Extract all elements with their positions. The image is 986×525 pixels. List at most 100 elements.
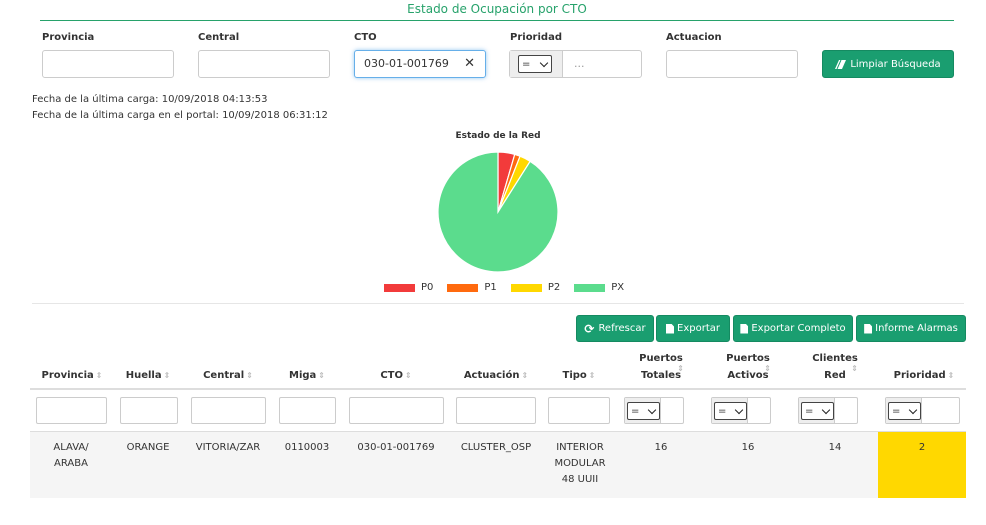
actuacion-label: Actuacion xyxy=(666,32,722,43)
export-full-label: Exportar Completo xyxy=(751,323,846,334)
section-divider xyxy=(32,303,964,304)
sort-icon: ⇕ xyxy=(947,371,955,380)
prioridad-value-input[interactable]: ... xyxy=(574,51,585,77)
legend-label-p0: P0 xyxy=(421,282,434,293)
column-header-prioridad[interactable]: Prioridad ⇕ xyxy=(882,367,966,384)
eraser-icon xyxy=(835,59,847,69)
cto-input-value: 030-01-001769 xyxy=(364,57,449,70)
column-header-central[interactable]: Central ⇕ xyxy=(189,367,267,384)
column-header-actuacion[interactable]: Actuación ⇕ xyxy=(454,367,538,384)
cto-input[interactable]: 030-01-001769 ✕ xyxy=(354,50,486,78)
file-icon xyxy=(740,323,749,334)
filter-central-input[interactable] xyxy=(191,397,266,424)
legend-swatch-p0 xyxy=(384,283,415,292)
table-header-rule xyxy=(30,388,966,390)
file-icon xyxy=(864,323,873,334)
sort-icon: ⇕ xyxy=(588,371,596,380)
clear-search-label: Limpiar Búsqueda xyxy=(850,58,941,70)
file-icon xyxy=(666,323,674,334)
chevron-down-icon xyxy=(821,405,831,414)
chevron-down-icon xyxy=(539,58,549,67)
cell-central: VITORIA/ZAR xyxy=(195,442,261,453)
export-label: Exportar xyxy=(677,323,720,334)
actuacion-input[interactable] xyxy=(666,50,798,78)
column-header-tipo[interactable]: Tipo ⇕ xyxy=(546,367,612,384)
sort-icon: ⇕ xyxy=(677,364,684,373)
chevron-down-icon xyxy=(647,405,657,414)
filter-operator-select[interactable]: = xyxy=(714,402,747,420)
page-title: Estado de Ocupación por CTO xyxy=(407,2,587,16)
cell-miga: 0110003 xyxy=(284,442,330,453)
chevron-down-icon xyxy=(734,405,744,414)
column-header-miga[interactable]: Miga ⇕ xyxy=(277,367,337,384)
column-header-puertos-activos[interactable]: Puertos Activos ⇕ xyxy=(709,350,787,384)
sort-icon: ⇕ xyxy=(404,371,412,380)
cell-prioridad: 2 xyxy=(918,442,926,453)
refresh-button[interactable]: ⟳ Refrescar xyxy=(576,315,654,342)
sort-icon: ⇕ xyxy=(318,371,325,380)
sort-icon: ⇕ xyxy=(246,371,253,380)
legend-swatch-px xyxy=(574,283,606,292)
filter-provincia-input[interactable] xyxy=(36,397,107,424)
cell-puertos-totales: 16 xyxy=(654,442,668,453)
cell-clientes-red: 14 xyxy=(828,442,842,453)
prioridad-filter: = ... xyxy=(509,50,642,78)
central-input[interactable] xyxy=(198,50,330,78)
legend-label-p2: P2 xyxy=(547,282,561,293)
sort-icon: ⇕ xyxy=(163,371,171,380)
filter-actuacion-input[interactable] xyxy=(456,397,536,424)
clear-search-button[interactable]: Limpiar Búsqueda xyxy=(822,50,954,78)
refresh-label: Refrescar xyxy=(598,323,646,334)
filter-operator-select[interactable]: = xyxy=(801,402,834,420)
prioridad-label: Prioridad xyxy=(510,32,562,43)
provincia-label: Provincia xyxy=(42,32,95,43)
export-full-button[interactable]: Exportar Completo xyxy=(733,315,853,342)
prioridad-operator-select[interactable]: = xyxy=(518,55,552,73)
pie-slice-px[interactable] xyxy=(437,151,559,273)
chevron-down-icon xyxy=(908,405,918,414)
central-label: Central xyxy=(198,32,240,43)
filter-operator-select[interactable]: = xyxy=(627,402,660,420)
last-load-text: Fecha de la última carga: 10/09/2018 04:… xyxy=(32,94,268,105)
legend-swatch-p2 xyxy=(510,283,542,292)
filter-operator-select[interactable]: = xyxy=(888,402,921,420)
filter-puertos-activos: = xyxy=(711,397,771,424)
refresh-icon: ⟳ xyxy=(584,321,595,336)
column-header-clientes-red[interactable]: Clientes Red ⇕ xyxy=(796,350,874,384)
legend-label-p1: P1 xyxy=(484,282,497,293)
chart-title: Estado de la Red xyxy=(455,131,541,141)
network-status-pie-chart xyxy=(437,151,559,273)
column-header-provincia[interactable]: Provincia ⇕ xyxy=(36,367,108,384)
alarms-report-label: Informe Alarmas xyxy=(875,323,958,334)
cell-tipo: INTERIOR MODULAR 48 UUII xyxy=(554,442,606,485)
title-divider xyxy=(40,20,954,21)
last-portal-load-text: Fecha de la última carga en el portal: 1… xyxy=(32,110,328,121)
cell-huella: ORANGE xyxy=(126,442,170,453)
cell-cto: 030-01-001769 xyxy=(357,442,435,453)
alarms-report-button[interactable]: Informe Alarmas xyxy=(856,315,966,342)
sort-icon: ⇕ xyxy=(95,371,103,380)
filter-huella-input[interactable] xyxy=(120,397,178,424)
cto-label: CTO xyxy=(354,32,377,43)
filter-clientes-red: = xyxy=(798,397,858,424)
cell-puertos-activos: 16 xyxy=(741,442,755,453)
sort-icon: ⇕ xyxy=(764,364,771,373)
filter-miga-input[interactable] xyxy=(279,397,336,424)
legend: P0 P1 P2 PX xyxy=(384,282,624,293)
column-header-huella[interactable]: Huella ⇕ xyxy=(118,367,178,384)
column-header-puertos-totales[interactable]: Puertos Totales ⇕ xyxy=(622,350,700,384)
legend-label-px: PX xyxy=(611,282,625,293)
export-button[interactable]: Exportar xyxy=(656,315,730,342)
legend-swatch-p1 xyxy=(447,283,479,292)
sort-icon: ⇕ xyxy=(851,364,858,373)
filter-cto-input[interactable] xyxy=(349,397,444,424)
cell-actuacion: CLUSTER_OSP xyxy=(460,442,532,453)
cell-provincia: ALAVA/ ARABA xyxy=(53,442,89,469)
filter-puertos-totales: = xyxy=(624,397,684,424)
filter-tipo-input[interactable] xyxy=(548,397,610,424)
clear-icon[interactable]: ✕ xyxy=(464,51,475,77)
sort-icon: ⇕ xyxy=(521,371,529,380)
column-header-cto[interactable]: CTO ⇕ xyxy=(347,367,445,384)
filter-prioridad: = xyxy=(885,397,960,424)
provincia-input[interactable] xyxy=(42,50,174,78)
